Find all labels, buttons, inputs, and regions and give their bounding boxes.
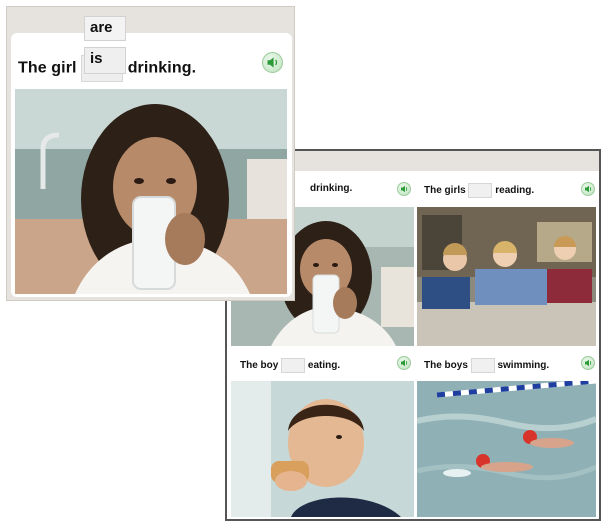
sentence-start: The boys [424,360,468,372]
grid-cell-eating: The boy eating. [227,348,414,519]
grid-cell-swimming: The boys swimming. [414,348,599,519]
answer-blank[interactable] [281,358,306,373]
sentence-start: The boy [240,360,279,372]
photo-boys-swimming [417,381,596,517]
sentence-start: The girl [18,59,77,77]
sentence-end: eating. [307,360,341,372]
speaker-icon[interactable] [581,356,595,370]
photo-girls-reading [417,207,596,346]
choice-label: is [90,50,103,67]
choice-label: are [90,19,113,36]
answer-blank[interactable] [470,358,495,373]
speaker-icon[interactable] [397,182,411,196]
grid-cell-reading: The girls reading. [414,171,599,348]
sentence-end: reading. [495,185,535,197]
cell-sentence: The girls reading. [424,183,534,198]
sentence-end: swimming. [497,360,550,372]
photo-boy-eating [231,381,414,517]
speaker-icon[interactable] [397,356,411,370]
choice-option-are[interactable]: are [84,16,126,41]
speaker-icon[interactable] [581,182,595,196]
cell-sentence: drinking. [310,183,352,194]
sentence-end: drinking. [127,59,197,77]
sentence-end: drinking. [310,183,353,194]
photo-girl-drinking [15,89,287,294]
speaker-icon[interactable] [262,52,283,73]
choice-option-is[interactable]: is [84,47,126,74]
cell-sentence: The boys swimming. [424,358,549,373]
cell-sentence: The boy eating. [240,358,340,373]
answer-blank[interactable] [468,183,493,198]
sentence-start: The girls [424,185,466,197]
